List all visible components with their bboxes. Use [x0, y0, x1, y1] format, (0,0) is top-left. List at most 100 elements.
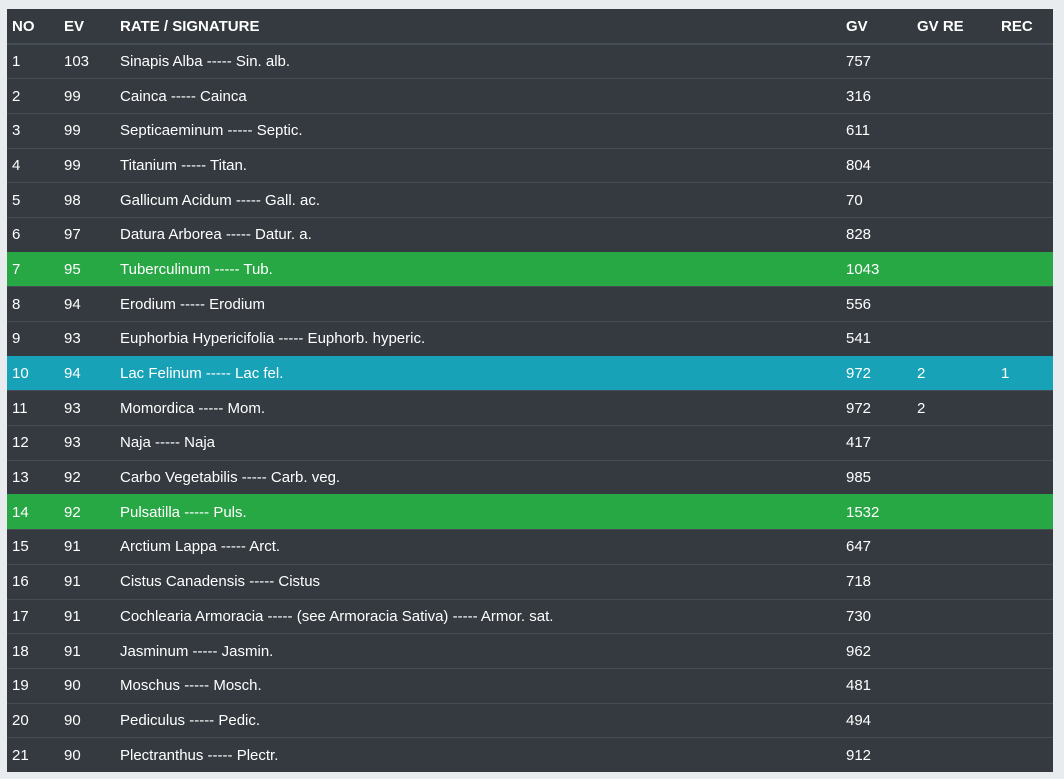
cell-ev: 90 [59, 667, 113, 704]
cell-rec [993, 321, 1053, 357]
table-row[interactable]: 10 94 Lac Felinum ----- Lac fel. 972 2 1 [7, 355, 1053, 391]
header-rec: REC [993, 9, 1053, 45]
cell-gv: 730 [840, 598, 909, 634]
cell-rate-signature: Lac Felinum ----- Lac fel. [113, 355, 840, 391]
cell-rec [993, 529, 1053, 565]
cell-no: 4 [7, 147, 59, 183]
cell-ev: 91 [59, 563, 113, 599]
cell-ev: 93 [59, 425, 113, 461]
cell-ev: 90 [59, 737, 113, 773]
cell-gv: 647 [840, 529, 909, 565]
cell-ev: 92 [59, 494, 113, 530]
cell-gv-re [909, 43, 993, 79]
cell-rate-signature: Momordica ----- Mom. [113, 390, 840, 426]
header-rate-signature: RATE / SIGNATURE [113, 9, 840, 45]
cell-rec [993, 598, 1053, 634]
cell-gv: 972 [840, 390, 909, 426]
table-row[interactable]: 3 99 Septicaeminum ----- Septic. 611 [7, 112, 1053, 149]
table-row[interactable]: 4 99 Titanium ----- Titan. 804 [7, 147, 1053, 183]
cell-rec [993, 43, 1053, 79]
table-row[interactable]: 20 90 Pediculus ----- Pedic. 494 [7, 702, 1053, 738]
cell-rate-signature: Sinapis Alba ----- Sin. alb. [113, 43, 840, 79]
cell-ev: 94 [59, 355, 113, 391]
cell-gv: 1043 [840, 251, 909, 287]
cell-no: 19 [7, 667, 59, 704]
header-gv-re: GV RE [909, 9, 993, 45]
table-row[interactable]: 8 94 Erodium ----- Erodium 556 [7, 286, 1053, 322]
cell-rec [993, 112, 1053, 149]
cell-ev: 91 [59, 598, 113, 634]
cell-rate-signature: Gallicum Acidum ----- Gall. ac. [113, 182, 840, 218]
cell-gv-re [909, 494, 993, 530]
cell-ev: 90 [59, 702, 113, 738]
cell-rec [993, 216, 1053, 253]
table-row[interactable]: 1 103 Sinapis Alba ----- Sin. alb. 757 [7, 43, 1053, 79]
table-row[interactable]: 21 90 Plectranthus ----- Plectr. 912 [7, 737, 1053, 773]
cell-rec [993, 667, 1053, 704]
table-row[interactable]: 16 91 Cistus Canadensis ----- Cistus 718 [7, 563, 1053, 599]
table-row[interactable]: 18 91 Jasminum ----- Jasmin. 962 [7, 633, 1053, 669]
cell-gv-re [909, 702, 993, 738]
cell-no: 13 [7, 459, 59, 495]
cell-gv: 494 [840, 702, 909, 738]
cell-rec [993, 702, 1053, 738]
cell-ev: 93 [59, 390, 113, 426]
cell-rate-signature: Plectranthus ----- Plectr. [113, 737, 840, 773]
table-row[interactable]: 7 95 Tuberculinum ----- Tub. 1043 [7, 251, 1053, 287]
cell-gv-re [909, 147, 993, 183]
cell-rec [993, 182, 1053, 218]
cell-rec [993, 251, 1053, 287]
table-row[interactable]: 9 93 Euphorbia Hypericifolia ----- Euphorb… [7, 321, 1053, 357]
cell-gv: 316 [840, 78, 909, 114]
cell-rec [993, 459, 1053, 495]
cell-gv-re [909, 425, 993, 461]
cell-ev: 92 [59, 459, 113, 495]
table-row[interactable]: 11 93 Momordica ----- Mom. 972 2 [7, 390, 1053, 426]
table-row[interactable]: 15 91 Arctium Lappa ----- Arct. 647 [7, 529, 1053, 565]
cell-no: 18 [7, 633, 59, 669]
cell-rate-signature: Pulsatilla ----- Puls. [113, 494, 840, 530]
cell-rate-signature: Naja ----- Naja [113, 425, 840, 461]
cell-gv: 417 [840, 425, 909, 461]
cell-no: 1 [7, 43, 59, 79]
cell-no: 12 [7, 425, 59, 461]
cell-rec [993, 563, 1053, 599]
cell-gv-re [909, 251, 993, 287]
cell-rate-signature: Jasminum ----- Jasmin. [113, 633, 840, 669]
cell-gv: 804 [840, 147, 909, 183]
cell-ev: 94 [59, 286, 113, 322]
cell-ev: 95 [59, 251, 113, 287]
cell-gv: 828 [840, 216, 909, 253]
cell-gv: 718 [840, 563, 909, 599]
cell-rec [993, 78, 1053, 114]
cell-no: 17 [7, 598, 59, 634]
cell-no: 7 [7, 251, 59, 287]
cell-no: 5 [7, 182, 59, 218]
cell-no: 3 [7, 112, 59, 149]
cell-gv-re [909, 598, 993, 634]
table-row[interactable]: 5 98 Gallicum Acidum ----- Gall. ac. 70 [7, 182, 1053, 218]
table-row[interactable]: 12 93 Naja ----- Naja 417 [7, 425, 1053, 461]
cell-no: 15 [7, 529, 59, 565]
table-row[interactable]: 17 91 Cochlearia Armoracia ----- (see Armo… [7, 598, 1053, 634]
cell-no: 8 [7, 286, 59, 322]
cell-no: 2 [7, 78, 59, 114]
cell-gv-re [909, 563, 993, 599]
results-table: NO EV RATE / SIGNATURE GV GV RE REC 1 103… [7, 9, 1053, 773]
table-row[interactable]: 2 99 Cainca ----- Cainca 316 [7, 78, 1053, 114]
cell-gv: 70 [840, 182, 909, 218]
table-row[interactable]: 19 90 Moschus ----- Mosch. 481 [7, 667, 1053, 704]
cell-no: 11 [7, 390, 59, 426]
table-row[interactable]: 14 92 Pulsatilla ----- Puls. 1532 [7, 494, 1053, 530]
table-row[interactable]: 13 92 Carbo Vegetabilis ----- Carb. veg. 98… [7, 459, 1053, 495]
cell-rate-signature: Arctium Lappa ----- Arct. [113, 529, 840, 565]
cell-gv-re: 2 [909, 390, 993, 426]
cell-ev: 98 [59, 182, 113, 218]
cell-gv: 541 [840, 321, 909, 357]
cell-rate-signature: Tuberculinum ----- Tub. [113, 251, 840, 287]
header-no: NO [7, 9, 59, 45]
cell-gv-re [909, 737, 993, 773]
table-row[interactable]: 6 97 Datura Arborea ----- Datur. a. 828 [7, 216, 1053, 253]
cell-no: 10 [7, 355, 59, 391]
cell-rec: 1 [993, 355, 1053, 391]
